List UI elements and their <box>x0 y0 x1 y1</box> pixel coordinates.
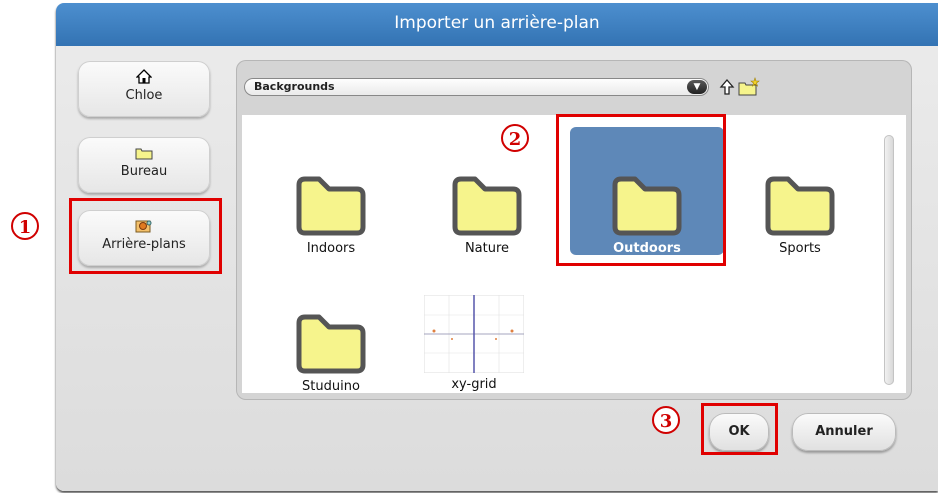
file-label: xy-grid <box>451 377 497 392</box>
sidebar-item-label: Bureau <box>120 164 168 179</box>
new-folder-icon[interactable] <box>738 77 760 97</box>
sidebar-item-bureau[interactable]: Bureau <box>78 137 210 193</box>
parent-folder-icon[interactable] <box>719 78 735 96</box>
xy-grid-thumbnail <box>423 294 525 374</box>
sidebar-item-chloe[interactable]: Chloe <box>78 61 210 117</box>
cancel-button[interactable]: Annuler <box>792 413 896 451</box>
folder-label: Studuino <box>302 379 360 393</box>
path-dropdown[interactable]: Backgrounds ▼ <box>244 78 709 96</box>
dropdown-arrow-icon[interactable]: ▼ <box>687 80 707 94</box>
folder-icon <box>135 148 153 160</box>
folder-item-sports[interactable]: Sports <box>740 175 860 256</box>
highlight-box-step1 <box>69 198 222 274</box>
folder-label: Nature <box>464 241 510 256</box>
folder-item-indoors[interactable]: Indoors <box>271 175 391 256</box>
folder-icon <box>452 176 522 236</box>
sidebar-item-label: Chloe <box>125 88 163 103</box>
folder-icon <box>296 314 366 374</box>
path-label: Backgrounds <box>254 80 335 93</box>
highlight-box-step3 <box>701 403 778 455</box>
folder-item-nature[interactable]: Nature <box>427 175 547 256</box>
folder-label: Sports <box>779 241 821 256</box>
vertical-scrollbar[interactable] <box>884 135 894 385</box>
home-icon <box>136 69 152 84</box>
dialog-title: Importer un arrière-plan <box>56 3 938 46</box>
folder-icon <box>765 176 835 236</box>
highlight-box-step2 <box>556 114 726 266</box>
image-item-xy-grid[interactable]: xy-grid <box>414 294 534 392</box>
step-number-1: 1 <box>11 212 39 240</box>
folder-label: Indoors <box>306 241 356 256</box>
step-number-3: 3 <box>652 406 680 434</box>
folder-item-studuino[interactable]: Studuino <box>271 313 391 393</box>
folder-icon <box>296 176 366 236</box>
step-number-2: 2 <box>501 124 529 152</box>
